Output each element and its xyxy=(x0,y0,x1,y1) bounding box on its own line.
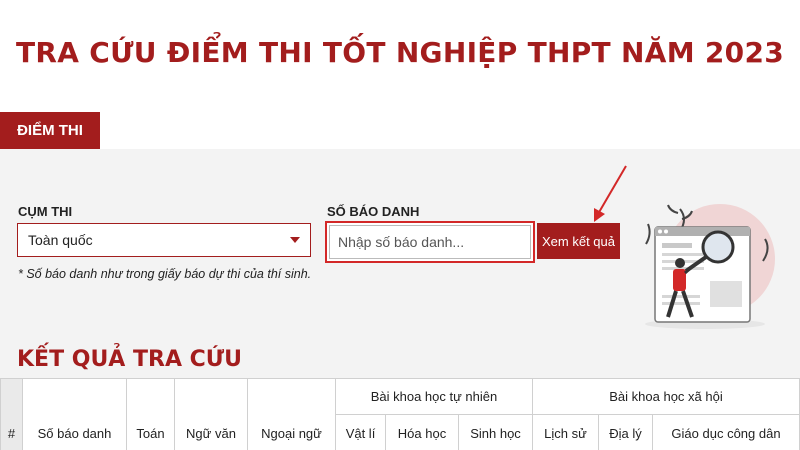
col-group-xa-hoi: Bài khoa học xã hội xyxy=(532,378,800,415)
col-lich-su: Lịch sử xyxy=(532,414,599,450)
col-group-tu-nhien: Bài khoa học tự nhiên xyxy=(335,378,533,415)
caret-down-icon xyxy=(290,237,300,243)
cum-thi-label: CỤM THI xyxy=(18,204,73,219)
page-title: TRA CỨU ĐIỂM THI TỐT NGHIỆP THPT NĂM 202… xyxy=(15,36,785,69)
table-header-row: # Số báo danh Toán Ngữ văn Ngoại ngữ Bài… xyxy=(0,378,800,450)
col-toan: Toán xyxy=(126,378,175,450)
col-so-bao-danh: Số báo danh xyxy=(22,378,127,450)
col-vat-li: Vật lí xyxy=(335,414,386,450)
so-bao-danh-input[interactable] xyxy=(329,225,531,259)
col-gdcd: Giáo dục công dân xyxy=(652,414,800,450)
page: TRA CỨU ĐIỂM THI TỐT NGHIỆP THPT NĂM 202… xyxy=(0,0,800,450)
col-ngu-van: Ngữ văn xyxy=(174,378,248,450)
col-hoa-hoc: Hóa học xyxy=(385,414,459,450)
search-panel: CỤM THI Toàn quốc SỐ BÁO DANH Xem kết qu… xyxy=(0,149,800,450)
so-bao-danh-label: SỐ BÁO DANH xyxy=(327,204,420,219)
tab-diem-thi[interactable]: ĐIỂM THI xyxy=(0,112,100,149)
xem-ket-qua-button[interactable]: Xem kết quả xyxy=(537,223,620,259)
results-table: # Số báo danh Toán Ngữ văn Ngoại ngữ Bài… xyxy=(0,378,800,450)
col-sinh-hoc: Sinh học xyxy=(458,414,533,450)
col-dia-ly: Địa lý xyxy=(598,414,653,450)
so-bao-danh-highlight xyxy=(325,221,535,263)
col-index: # xyxy=(0,378,23,450)
ket-qua-title: KẾT QUẢ TRA CỨU xyxy=(17,347,243,372)
cum-thi-value: Toàn quốc xyxy=(28,232,93,248)
magnifier-person-illustration xyxy=(645,204,775,329)
so-bao-danh-note: * Số báo danh như trong giấy báo dự thi … xyxy=(18,267,312,281)
cum-thi-select[interactable]: Toàn quốc xyxy=(17,223,311,257)
col-ngoai-ngu: Ngoại ngữ xyxy=(247,378,336,450)
